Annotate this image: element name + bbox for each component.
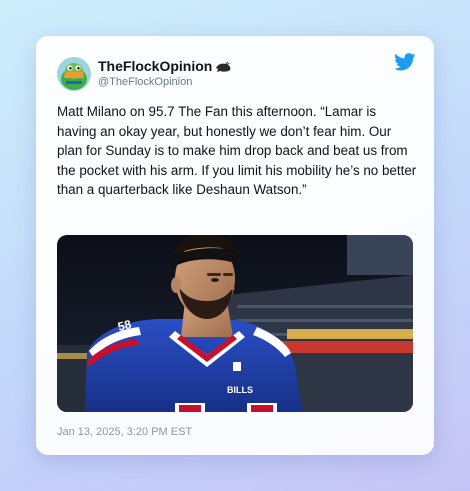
tweet-photo[interactable]: BILLS 58	[57, 235, 413, 412]
duck-avatar-icon	[57, 57, 91, 91]
jersey-text: BILLS	[227, 385, 253, 395]
tweet-timestamp[interactable]: Jan 13, 2025, 3:20 PM EST	[57, 426, 192, 438]
avatar[interactable]	[57, 57, 91, 91]
player-photo-image: BILLS 58	[57, 235, 413, 412]
user-handle[interactable]: @TheFlockOpinion	[98, 76, 192, 88]
display-name[interactable]: TheFlockOpinion	[98, 58, 232, 74]
bird-icon	[216, 61, 232, 72]
twitter-bird-icon[interactable]	[394, 53, 416, 71]
tweet-card: TheFlockOpinion @TheFlockOpinion Matt Mi…	[36, 36, 434, 455]
tweet-text: Matt Milano on 95.7 The Fan this afterno…	[57, 104, 420, 197]
display-name-text: TheFlockOpinion	[98, 58, 213, 74]
